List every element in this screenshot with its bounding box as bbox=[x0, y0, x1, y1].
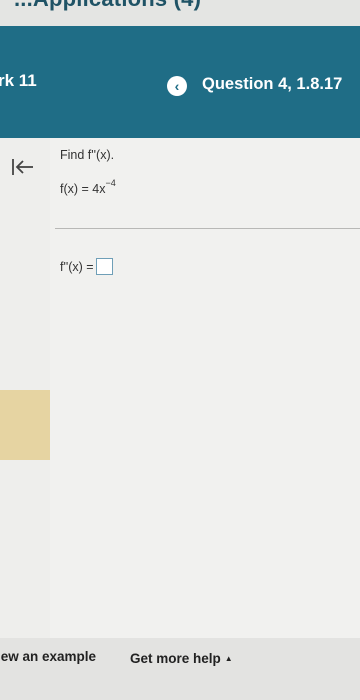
caret-up-icon: ▲ bbox=[224, 654, 233, 663]
view-example-link[interactable]: iew an example bbox=[0, 649, 96, 664]
question-title[interactable]: Question 4, 1.8.17 bbox=[202, 75, 342, 94]
browser-tab-strip: ...Applications (4) bbox=[0, 0, 360, 26]
left-rail bbox=[0, 138, 50, 638]
question-panel bbox=[0, 138, 360, 638]
chevron-left-icon: ‹ bbox=[174, 78, 180, 94]
function-exponent: −4 bbox=[105, 178, 116, 188]
answer-label: f''(x) = bbox=[60, 259, 94, 274]
footer-bar: iew an example Get more help ▲ bbox=[0, 638, 360, 700]
answer-input[interactable] bbox=[95, 258, 113, 275]
divider bbox=[55, 228, 360, 229]
tab-title-cut: ...Applications (4) bbox=[14, 0, 201, 12]
question-prompt: Find f''(x). bbox=[60, 148, 115, 162]
function-base: f(x) = 4x bbox=[60, 182, 106, 197]
previous-question-button[interactable]: ‹ bbox=[167, 76, 187, 96]
function-definition: f(x) = 4x−4 bbox=[60, 178, 116, 197]
highlight-block bbox=[0, 390, 50, 460]
collapse-left-icon[interactable] bbox=[10, 157, 36, 177]
header-bar: rk 11 ‹ Question 4, 1.8.17 bbox=[0, 26, 360, 138]
answer-row: f''(x) = bbox=[60, 258, 113, 275]
get-more-help-button[interactable]: Get more help ▲ bbox=[130, 651, 233, 666]
homework-title: rk 11 bbox=[0, 71, 37, 90]
get-more-help-label: Get more help bbox=[130, 651, 221, 666]
